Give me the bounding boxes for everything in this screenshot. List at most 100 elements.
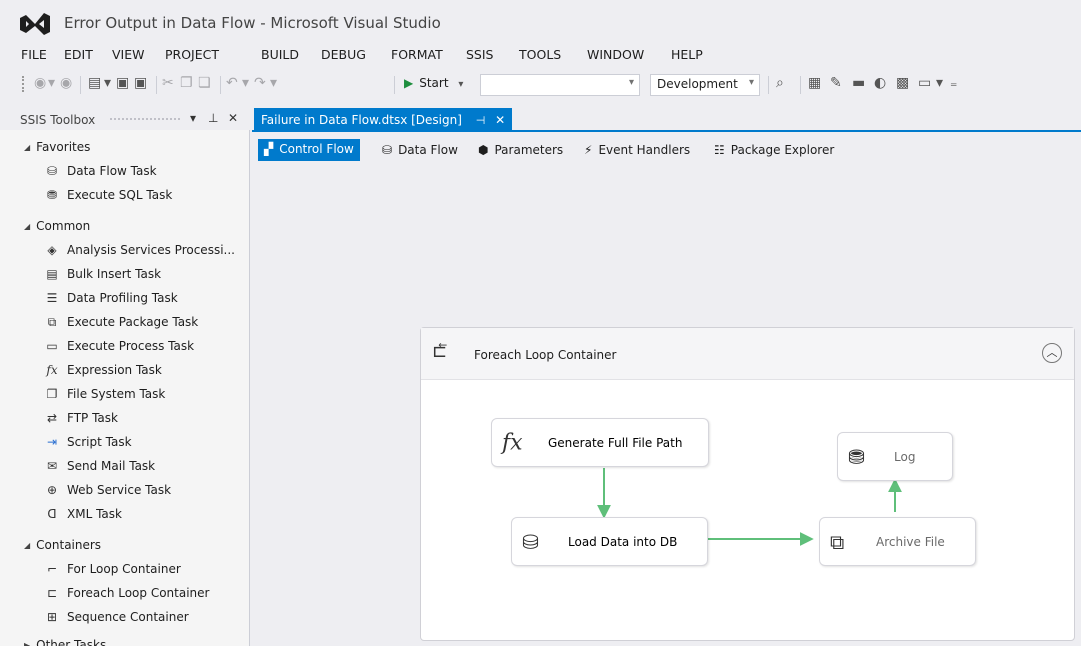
close-icon[interactable]: ✕ xyxy=(228,111,238,125)
task-log[interactable]: ⛃ Log xyxy=(837,432,953,481)
solution-explorer-icon[interactable]: ▦ xyxy=(808,74,821,92)
menu-window[interactable]: WINDOW xyxy=(587,47,644,62)
toolbox-item-label: XML Task xyxy=(67,507,122,521)
file-system-icon: ⧉ xyxy=(830,529,845,554)
tab-parameters[interactable]: ⬢ Parameters xyxy=(474,139,567,161)
save-icon[interactable]: ▣ xyxy=(116,74,129,92)
toolbox-item-execute-package[interactable]: ⧉ Execute Package Task xyxy=(44,315,199,337)
toolbox-icon[interactable]: ▬ xyxy=(852,74,865,92)
output-window-icon[interactable]: ▭ xyxy=(918,74,931,92)
web-service-icon: ⊕ xyxy=(46,483,58,497)
cut-icon[interactable]: ✂ xyxy=(162,74,174,92)
tab-label: Control Flow xyxy=(279,142,354,156)
toolbox-item-data-profiling[interactable]: ☰ Data Profiling Task xyxy=(44,291,178,313)
menu-tools[interactable]: TOOLS xyxy=(519,47,561,62)
dropdown-arrow-icon[interactable]: ▾ xyxy=(936,74,943,92)
task-generate-full-file-path[interactable]: fx Generate Full File Path xyxy=(491,418,709,467)
data-profiling-icon: ☰ xyxy=(46,291,58,305)
team-explorer-icon[interactable]: ▩ xyxy=(896,74,909,92)
pin-tab-icon[interactable]: ⊣ xyxy=(476,114,486,127)
tab-event-handlers[interactable]: ⚡ Event Handlers xyxy=(580,139,694,161)
solution-configuration-combo[interactable]: Development ▾ xyxy=(650,74,760,96)
toolbox-item-analysis-services[interactable]: ◈ Analysis Services Processi... xyxy=(44,243,235,265)
save-all-icon[interactable]: ▣ xyxy=(134,74,147,92)
toolbox-item-data-flow-task[interactable]: ⛁ Data Flow Task xyxy=(44,164,157,186)
toolbox-item-for-loop[interactable]: ⌐ For Loop Container xyxy=(44,562,181,584)
toolbox-item-send-mail[interactable]: ✉ Send Mail Task xyxy=(44,459,155,481)
undo-icon[interactable]: ↶ xyxy=(226,74,238,92)
menu-project[interactable]: PROJECT xyxy=(165,47,219,62)
object-browser-icon[interactable]: ◐ xyxy=(874,74,886,92)
dropdown-arrow-icon[interactable]: ▾ xyxy=(242,74,249,92)
redo-icon[interactable]: ↷ xyxy=(254,74,266,92)
toolbox-header-grip[interactable] xyxy=(110,118,180,122)
toolbox-section-common[interactable]: ◢ Common xyxy=(24,219,90,233)
toolbox-item-xml[interactable]: ᗡ XML Task xyxy=(44,507,122,529)
control-flow-canvas[interactable]: ⊏⃖ Foreach Loop Container ︿ fx Generate … xyxy=(252,162,1081,646)
debug-target-combo[interactable]: ▾ xyxy=(480,74,640,96)
task-label: Log xyxy=(894,449,916,464)
toolbox-item-expression[interactable]: fx Expression Task xyxy=(44,363,161,385)
toolbox-item-label: Send Mail Task xyxy=(67,459,156,473)
document-tab-failure-in-data-flow[interactable]: Failure in Data Flow.dtsx [Design] ⊣ ✕ xyxy=(254,108,513,130)
toolbox-item-execute-sql-task[interactable]: ⛃ Execute SQL Task xyxy=(44,188,172,210)
tab-data-flow[interactable]: ⛁ Data Flow xyxy=(378,139,462,161)
data-flow-icon: ⛁ xyxy=(382,143,393,157)
find-in-files-icon[interactable]: ⌕ xyxy=(776,74,784,92)
auto-hide-pin-icon[interactable]: ⊥ xyxy=(208,111,218,125)
task-load-data-into-db[interactable]: ⛁ Load Data into DB xyxy=(511,517,708,566)
properties-icon[interactable]: ✎ xyxy=(830,74,842,92)
dropdown-arrow-icon[interactable]: ▾ xyxy=(270,74,277,92)
dropdown-arrow-icon[interactable]: ▾ xyxy=(104,74,111,92)
new-project-icon[interactable]: ▤ xyxy=(88,74,101,92)
toolbox-item-ftp[interactable]: ⇄ FTP Task xyxy=(44,411,118,433)
toolbox-item-script[interactable]: ⇥ Script Task xyxy=(44,435,132,457)
toolbox-item-label: Bulk Insert Task xyxy=(67,267,162,281)
toolbox-item-foreach-loop[interactable]: ⊏ Foreach Loop Container xyxy=(44,586,210,608)
toolbar-separator xyxy=(156,76,157,94)
menu-format[interactable]: FORMAT xyxy=(391,47,443,62)
foreach-loop-container[interactable]: ⊏⃖ Foreach Loop Container ︿ fx Generate … xyxy=(420,327,1075,641)
menu-build[interactable]: BUILD xyxy=(261,47,299,62)
start-debugging-button[interactable]: ▶ Start ▾ xyxy=(404,76,463,90)
task-archive-file[interactable]: ⧉ Archive File xyxy=(819,517,976,566)
toolbox-item-sequence[interactable]: ⊞ Sequence Container xyxy=(44,610,189,632)
toolbox-item-file-system[interactable]: ❐ File System Task xyxy=(44,387,166,409)
toolbox-section-containers[interactable]: ◢ Containers xyxy=(24,538,101,552)
close-icon[interactable]: ✕ xyxy=(495,113,505,127)
paste-icon[interactable]: ❏ xyxy=(198,74,211,92)
task-label: Archive File xyxy=(876,534,945,549)
tab-package-explorer[interactable]: ☷ Package Explorer xyxy=(710,139,838,161)
script-icon: ⇥ xyxy=(46,435,58,449)
toolbox-item-web-service[interactable]: ⊕ Web Service Task xyxy=(44,483,171,505)
toolbox-item-bulk-insert[interactable]: ▤ Bulk Insert Task xyxy=(44,267,161,289)
copy-icon[interactable]: ❐ xyxy=(180,74,193,92)
menu-view[interactable]: VIEW xyxy=(112,47,145,62)
menu-ssis[interactable]: SSIS xyxy=(466,47,494,62)
toolbox-section-other-tasks[interactable]: ▶ Other Tasks xyxy=(24,638,106,646)
toolbox-item-label: Script Task xyxy=(67,435,132,449)
chevron-down-icon: ▾ xyxy=(748,77,754,88)
bulk-insert-icon: ▤ xyxy=(46,267,58,281)
menu-help[interactable]: HELP xyxy=(671,47,703,62)
toolbar-options-icon[interactable]: ₌ xyxy=(950,74,957,92)
menu-file[interactable]: FILE xyxy=(21,47,47,62)
toolbar-grip[interactable] xyxy=(22,76,26,92)
task-label: Generate Full File Path xyxy=(548,435,683,450)
navigate-forward-icon[interactable]: ◉ xyxy=(60,74,72,92)
tab-label: Event Handlers xyxy=(598,143,691,157)
menu-debug[interactable]: DEBUG xyxy=(321,47,366,62)
control-flow-icon: ▞ xyxy=(264,142,274,156)
dropdown-arrow-icon[interactable]: ▾ xyxy=(48,74,55,92)
window-position-dropdown-icon[interactable]: ▾ xyxy=(190,111,196,125)
collapse-triangle-icon: ◢ xyxy=(24,222,31,231)
toolbox-item-label: For Loop Container xyxy=(67,562,181,576)
navigate-back-icon[interactable]: ◉ xyxy=(34,74,46,92)
package-explorer-icon: ☷ xyxy=(714,143,725,157)
toolbox-section-favorites[interactable]: ◢ Favorites xyxy=(24,140,90,154)
toolbox-title: SSIS Toolbox xyxy=(20,113,96,127)
menu-edit[interactable]: EDIT xyxy=(64,47,93,62)
tab-control-flow[interactable]: ▞ Control Flow xyxy=(258,139,360,161)
execute-package-icon: ⧉ xyxy=(47,315,57,329)
toolbox-item-execute-process[interactable]: ▭ Execute Process Task xyxy=(44,339,194,361)
